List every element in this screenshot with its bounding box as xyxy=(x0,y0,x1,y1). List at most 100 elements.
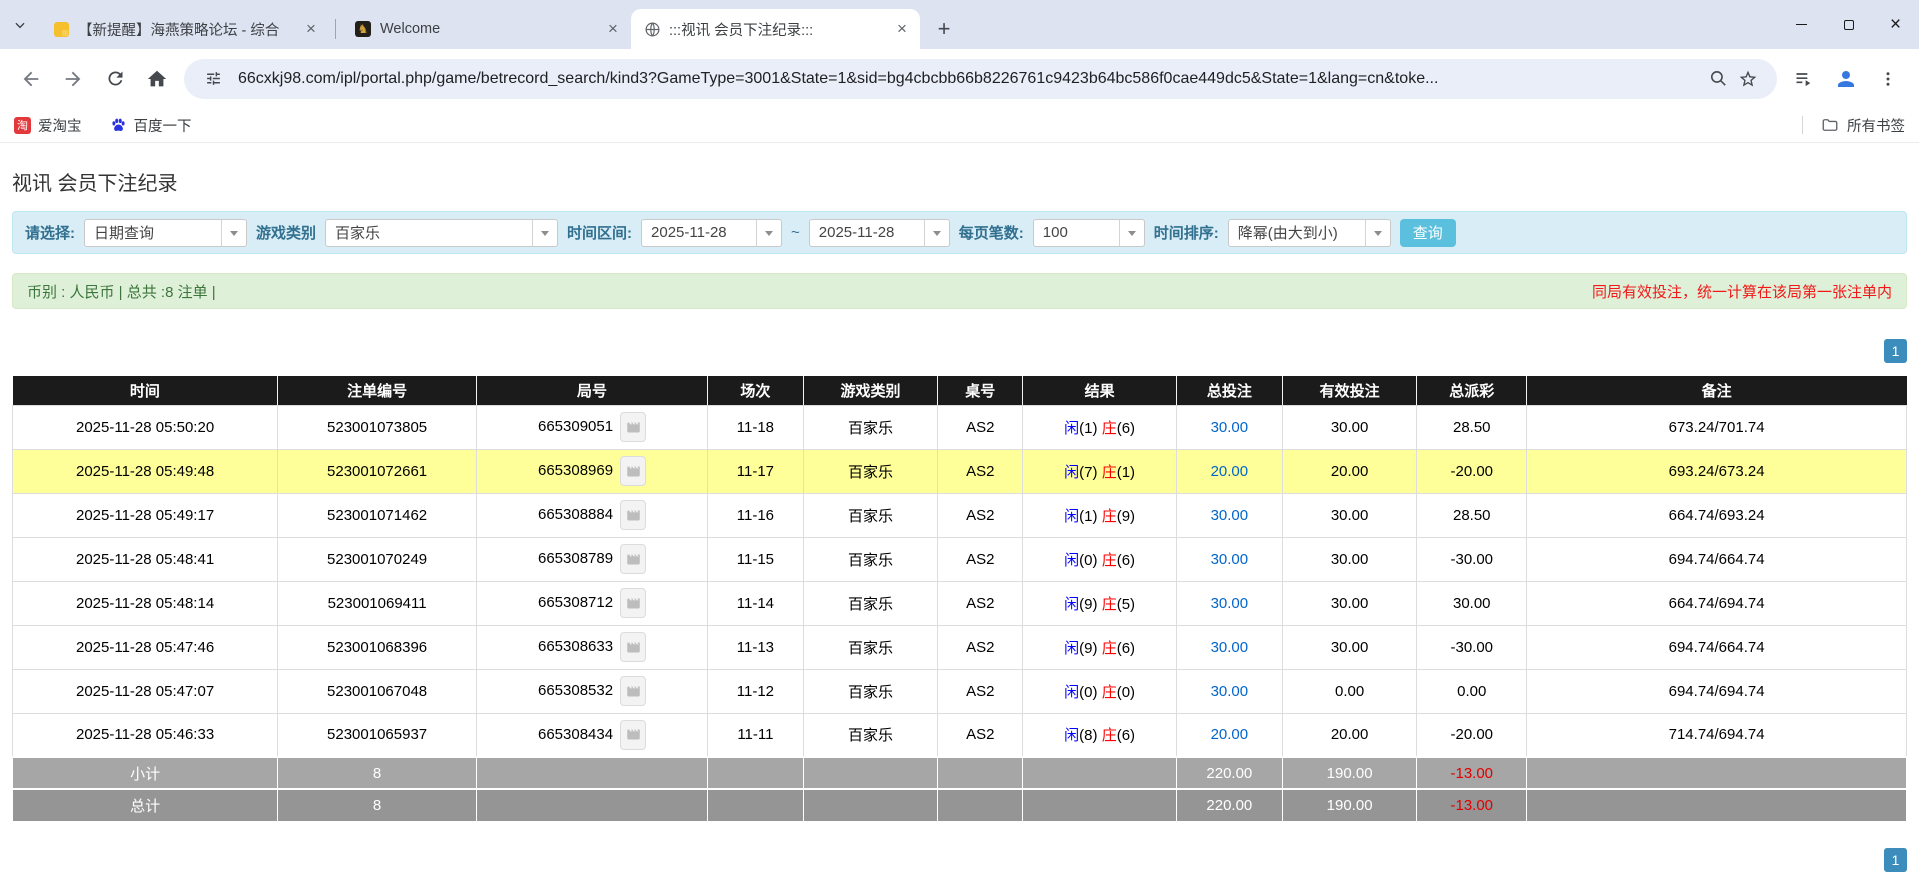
page-title: 视讯 会员下注纪录 xyxy=(12,173,178,195)
new-tab-button[interactable]: + xyxy=(928,13,960,45)
cell-total-bet: 30.00 xyxy=(1175,668,1283,714)
tab-search-chevron-icon[interactable] xyxy=(0,0,40,49)
video-replay-icon[interactable] xyxy=(620,676,647,706)
minimize-button[interactable] xyxy=(1778,0,1825,49)
video-replay-icon[interactable] xyxy=(620,588,647,618)
cell-result: 闲(1) 庄(6) xyxy=(1022,404,1177,450)
browser-tab-betrecord-active[interactable]: :::视讯 会员下注纪录::: × xyxy=(631,9,920,49)
video-replay-icon[interactable] xyxy=(620,719,647,750)
column-header: 时间 xyxy=(12,376,279,406)
cell-note: 694.74/694.74 xyxy=(1526,668,1907,714)
cell-total-bet: 30.00 xyxy=(1175,624,1283,670)
cell-payout: 30.00 xyxy=(1416,580,1528,626)
summary-label: 总计 xyxy=(11,788,279,822)
bookmark-baidu[interactable]: 百度一下 xyxy=(110,115,192,136)
summary-valid-bet: 190.00 xyxy=(1281,756,1418,790)
query-type-select[interactable]: 日期查询 xyxy=(84,218,247,247)
cell-bet-no: 523001073805 xyxy=(277,404,478,450)
currency-summary-text: 币别 : 人民币 | 总共 :8 注单 | xyxy=(27,283,216,301)
zoom-magnifier-icon[interactable] xyxy=(1703,64,1733,94)
cell-payout: -20.00 xyxy=(1416,448,1528,494)
summary-payout: -13.00 xyxy=(1416,788,1528,822)
all-bookmarks[interactable]: 所有书签 xyxy=(1802,115,1905,136)
total-bet-link[interactable]: 30.00 xyxy=(1211,683,1249,700)
browser-tab-forum[interactable]: 【新提醒】海燕策略论坛 - 综合 × xyxy=(40,9,329,49)
summary-total-bet: 220.00 xyxy=(1175,788,1283,822)
chevron-down-icon[interactable] xyxy=(756,219,781,246)
url-text[interactable]: 66cxkj98.com/ipl/portal.php/game/betreco… xyxy=(238,70,1693,88)
address-bar[interactable]: 66cxkj98.com/ipl/portal.php/game/betreco… xyxy=(184,58,1777,99)
filter-panel: 请选择: 日期查询 游戏类别 百家乐 时间区间: 2025-11-28 ~ 20… xyxy=(12,211,1907,254)
column-header: 有效投注 xyxy=(1282,376,1418,406)
cell-bet-no: 523001072661 xyxy=(277,448,478,494)
cell-game-type: 百家乐 xyxy=(802,712,939,758)
tab-title: 【新提醒】海燕策略论坛 - 综合 xyxy=(78,22,280,39)
tab-close-icon[interactable]: × xyxy=(603,19,623,39)
reload-icon[interactable] xyxy=(94,58,136,100)
chevron-down-icon[interactable] xyxy=(1118,219,1144,246)
game-type-select[interactable]: 百家乐 xyxy=(325,218,559,247)
column-header: 游戏类别 xyxy=(803,376,939,406)
cell-result: 闲(7) 庄(1) xyxy=(1022,448,1177,494)
page-number-button-bottom[interactable]: 1 xyxy=(1884,847,1907,872)
site-info-icon[interactable] xyxy=(198,64,228,94)
video-replay-icon[interactable] xyxy=(620,632,647,662)
back-icon[interactable] xyxy=(10,58,52,100)
chevron-down-icon[interactable] xyxy=(221,219,246,246)
total-bet-link[interactable]: 30.00 xyxy=(1211,595,1249,612)
bookmark-taobao[interactable]: 淘 爱淘宝 xyxy=(14,115,82,136)
page-number-button-top[interactable]: 1 xyxy=(1884,339,1907,363)
maximize-button[interactable] xyxy=(1825,0,1872,49)
video-replay-icon[interactable] xyxy=(620,500,647,530)
bookmark-star-icon[interactable] xyxy=(1733,64,1763,94)
cell-table-no: AS2 xyxy=(937,580,1024,626)
media-controls-icon[interactable] xyxy=(1783,58,1825,100)
column-header: 场次 xyxy=(707,376,804,406)
query-type-value: 日期查询 xyxy=(94,225,155,242)
total-bet-link[interactable]: 30.00 xyxy=(1211,639,1249,656)
cell-session: 11-14 xyxy=(707,580,804,626)
forward-icon[interactable] xyxy=(52,58,94,100)
search-button[interactable]: 查询 xyxy=(1399,218,1456,247)
chevron-down-icon[interactable] xyxy=(532,219,557,246)
time-sort-value: 降幂(由大到小) xyxy=(1237,225,1338,242)
video-replay-icon[interactable] xyxy=(620,456,647,486)
tab-close-icon[interactable]: × xyxy=(301,19,321,39)
browser-window: 【新提醒】海燕策略论坛 - 综合 × ♞ Welcome × :::视讯 会员下… xyxy=(0,0,1919,872)
total-bet-link[interactable]: 20.00 xyxy=(1211,726,1249,743)
cell-round-no: 665308789 xyxy=(476,536,709,582)
chevron-down-icon[interactable] xyxy=(1364,219,1390,246)
cell-result: 闲(9) 庄(6) xyxy=(1022,624,1177,670)
date-to-select[interactable]: 2025-11-28 xyxy=(808,218,950,247)
cell-round-no: 665308884 xyxy=(476,492,709,538)
time-sort-select[interactable]: 降幂(由大到小) xyxy=(1227,218,1391,247)
tab-close-icon[interactable]: × xyxy=(892,19,912,39)
total-bet-link[interactable]: 30.00 xyxy=(1211,551,1249,568)
cell-game-type: 百家乐 xyxy=(802,536,939,582)
total-bet-link[interactable]: 30.00 xyxy=(1211,419,1249,436)
date-from-select[interactable]: 2025-11-28 xyxy=(641,218,783,247)
total-bet-link[interactable]: 20.00 xyxy=(1211,463,1249,480)
video-replay-icon[interactable] xyxy=(620,412,647,442)
cell-total-bet: 20.00 xyxy=(1175,448,1283,494)
home-icon[interactable] xyxy=(136,58,178,100)
cell-payout: -20.00 xyxy=(1416,712,1528,758)
game-type-value: 百家乐 xyxy=(335,225,381,242)
cell-note: 694.74/664.74 xyxy=(1526,536,1907,582)
total-bet-link[interactable]: 30.00 xyxy=(1211,507,1249,524)
cell-session: 11-12 xyxy=(707,668,804,714)
browser-tab-welcome[interactable]: ♞ Welcome × xyxy=(342,9,631,49)
cell-result: 闲(9) 庄(5) xyxy=(1022,580,1177,626)
tab-divider xyxy=(335,19,336,39)
close-button[interactable]: × xyxy=(1872,0,1919,49)
video-replay-icon[interactable] xyxy=(620,544,647,574)
cell-table-no: AS2 xyxy=(937,624,1024,670)
game-type-label: 游戏类别 xyxy=(256,225,317,242)
kebab-menu-icon[interactable] xyxy=(1867,58,1909,100)
cell-bet-no: 523001068396 xyxy=(277,624,478,670)
total-row: 总计 8 220.00 190.00 -13.00 xyxy=(11,788,1907,822)
profile-avatar-icon[interactable] xyxy=(1825,58,1867,100)
cell-time: 2025-11-28 05:49:48 xyxy=(11,448,279,494)
chevron-down-icon[interactable] xyxy=(923,219,949,246)
page-size-select[interactable]: 100 xyxy=(1032,218,1145,247)
